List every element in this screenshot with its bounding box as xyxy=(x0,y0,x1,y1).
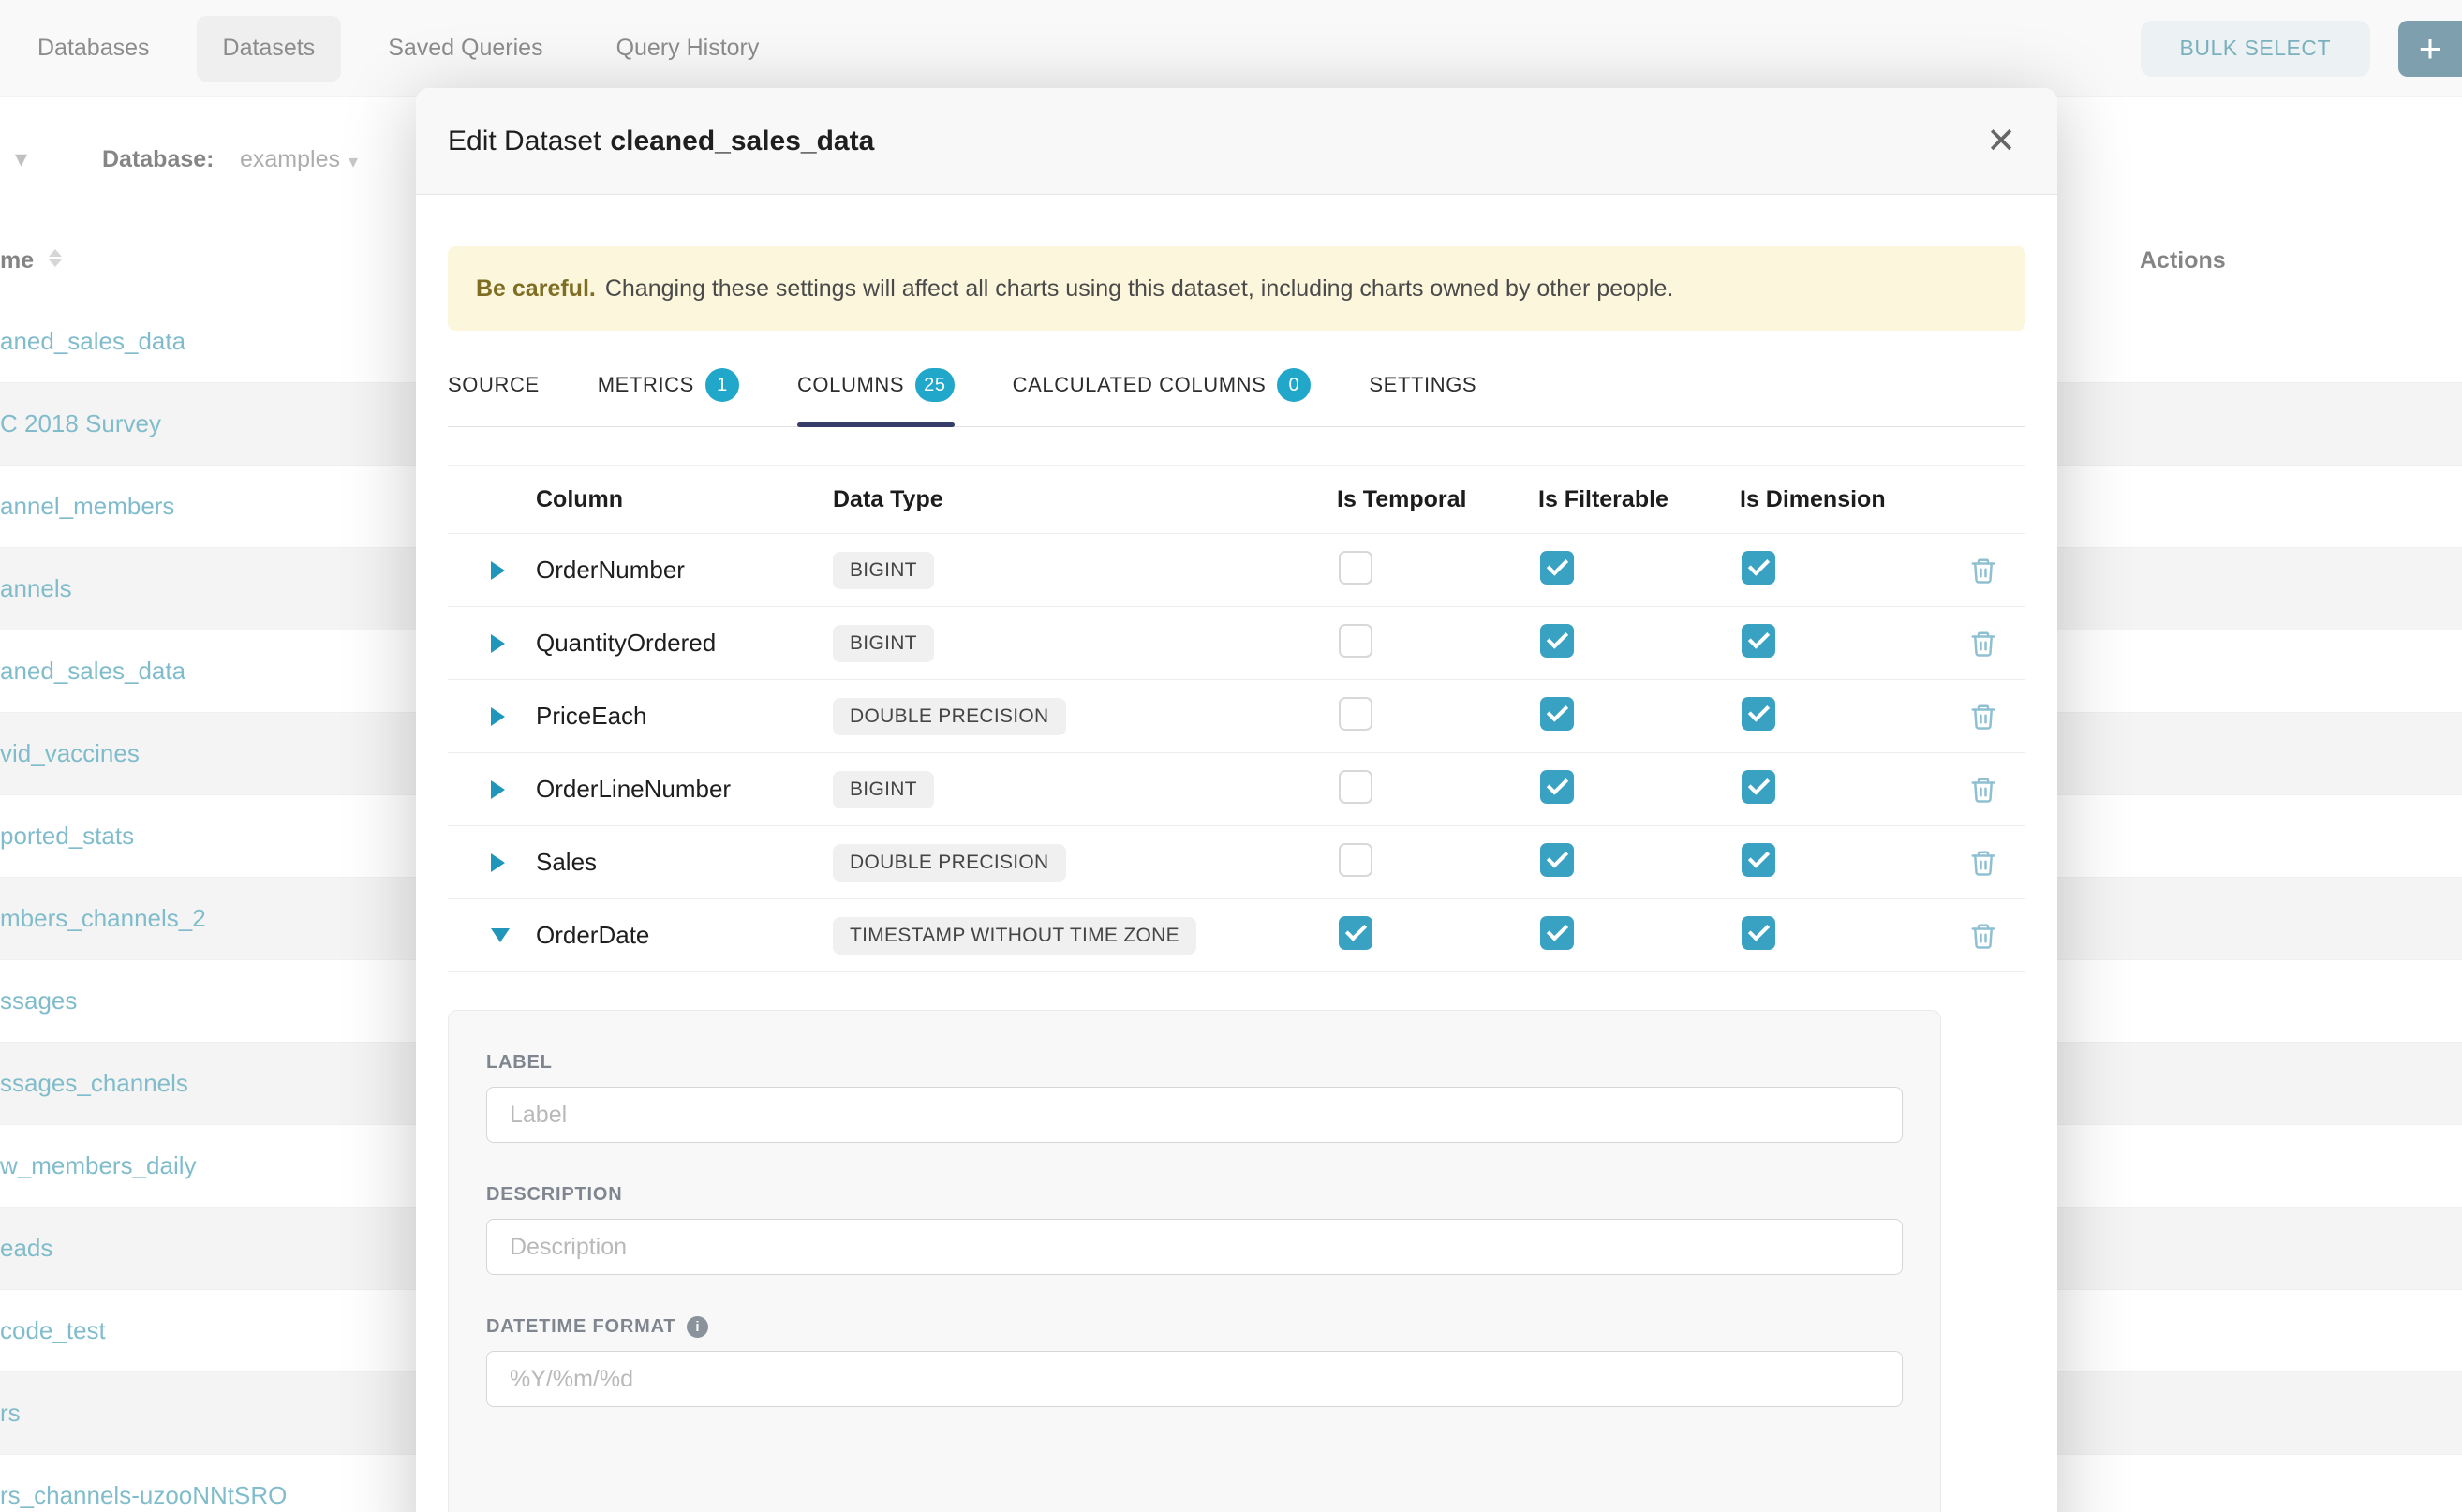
data-type-pill: DOUBLE PRECISION xyxy=(833,844,1066,882)
is-temporal-checkbox[interactable] xyxy=(1339,916,1372,950)
modal-tabs: SOURCE METRICS 1 COLUMNS 25 CALCULATED C… xyxy=(448,348,2025,427)
expand-toggle[interactable] xyxy=(448,634,536,653)
is-dimension-checkbox[interactable] xyxy=(1742,843,1775,877)
table-row: Sales DOUBLE PRECISION xyxy=(448,826,2025,899)
expand-toggle[interactable] xyxy=(448,780,536,799)
is-temporal-checkbox[interactable] xyxy=(1339,551,1372,585)
data-type-pill: BIGINT xyxy=(833,625,934,662)
tab-calculated-columns[interactable]: CALCULATED COLUMNS 0 xyxy=(1013,348,1312,426)
tab-metrics[interactable]: METRICS 1 xyxy=(598,348,739,426)
expand-toggle[interactable] xyxy=(448,707,536,726)
delete-icon[interactable] xyxy=(1969,922,1997,950)
is-filterable-checkbox[interactable] xyxy=(1540,770,1574,804)
delete-icon[interactable] xyxy=(1969,849,1997,877)
is-dimension-checkbox[interactable] xyxy=(1742,697,1775,731)
is-temporal-checkbox[interactable] xyxy=(1339,624,1372,658)
is-dimension-header: Is Dimension xyxy=(1740,486,1941,513)
info-icon[interactable]: i xyxy=(687,1316,708,1338)
columns-table-header: Column Data Type Is Temporal Is Filterab… xyxy=(448,465,2025,534)
delete-icon[interactable] xyxy=(1969,703,1997,731)
table-row: PriceEach DOUBLE PRECISION xyxy=(448,680,2025,753)
is-filterable-checkbox[interactable] xyxy=(1540,697,1574,731)
close-icon[interactable]: ✕ xyxy=(1986,124,2016,159)
column-name: OrderNumber xyxy=(536,556,833,585)
column-name: OrderDate xyxy=(536,921,833,950)
expand-toggle[interactable] xyxy=(448,561,536,580)
warning-bold-text: Be careful. xyxy=(476,275,596,303)
datetime-format-field-group: DATETIME FORMAT i xyxy=(486,1316,1903,1407)
is-temporal-header: Is Temporal xyxy=(1337,486,1538,513)
table-row: OrderDate TIMESTAMP WITHOUT TIME ZONE xyxy=(448,899,2025,972)
modal-title-dataset-name: cleaned_sales_data xyxy=(610,126,874,156)
is-filterable-checkbox[interactable] xyxy=(1540,551,1574,585)
column-name: QuantityOrdered xyxy=(536,629,833,658)
delete-icon[interactable] xyxy=(1969,556,1997,585)
is-dimension-checkbox[interactable] xyxy=(1742,770,1775,804)
is-dimension-checkbox[interactable] xyxy=(1742,916,1775,950)
datetime-format-input[interactable] xyxy=(486,1351,1903,1407)
is-filterable-checkbox[interactable] xyxy=(1540,843,1574,877)
expand-toggle[interactable] xyxy=(448,928,536,942)
caret-right-icon xyxy=(491,853,505,872)
warning-text: Changing these settings will affect all … xyxy=(605,275,1674,303)
caret-right-icon xyxy=(491,707,505,726)
is-temporal-checkbox[interactable] xyxy=(1339,770,1372,804)
table-row: OrderNumber BIGINT xyxy=(448,534,2025,607)
column-header: Column xyxy=(536,486,833,513)
columns-table: Column Data Type Is Temporal Is Filterab… xyxy=(448,465,2025,972)
data-type-pill: DOUBLE PRECISION xyxy=(833,698,1066,735)
metrics-count-badge: 1 xyxy=(705,368,739,402)
label-field-label: LABEL xyxy=(486,1052,1903,1074)
table-row: OrderLineNumber BIGINT xyxy=(448,753,2025,826)
delete-icon[interactable] xyxy=(1969,630,1997,658)
table-row: QuantityOrdered BIGINT xyxy=(448,607,2025,680)
data-type-pill: TIMESTAMP WITHOUT TIME ZONE xyxy=(833,917,1196,955)
tab-columns[interactable]: COLUMNS 25 xyxy=(797,348,955,426)
expand-toggle[interactable] xyxy=(448,853,536,872)
data-type-header: Data Type xyxy=(833,486,1337,513)
modal-title-prefix: Edit Dataset xyxy=(448,126,601,156)
description-field-label: DESCRIPTION xyxy=(486,1184,1903,1206)
modal-title: Edit Dataset cleaned_sales_data xyxy=(448,126,874,157)
description-field-group: DESCRIPTION xyxy=(486,1184,1903,1275)
delete-icon[interactable] xyxy=(1969,776,1997,804)
column-name: Sales xyxy=(536,848,833,877)
is-dimension-checkbox[interactable] xyxy=(1742,624,1775,658)
column-name: PriceEach xyxy=(536,702,833,731)
is-temporal-checkbox[interactable] xyxy=(1339,697,1372,731)
column-name: OrderLineNumber xyxy=(536,775,833,804)
is-dimension-checkbox[interactable] xyxy=(1742,551,1775,585)
caret-right-icon xyxy=(491,561,505,580)
datetime-format-field-label: DATETIME FORMAT i xyxy=(486,1316,1903,1338)
caret-down-icon xyxy=(491,928,510,942)
modal-body: Be careful. Changing these settings will… xyxy=(416,246,2057,1512)
tab-settings[interactable]: SETTINGS xyxy=(1369,348,1476,426)
columns-count-badge: 25 xyxy=(915,368,954,402)
caret-right-icon xyxy=(491,634,505,653)
tab-source[interactable]: SOURCE xyxy=(448,348,540,426)
edit-dataset-modal: Edit Dataset cleaned_sales_data ✕ Be care… xyxy=(416,88,2057,1512)
calculated-columns-count-badge: 0 xyxy=(1277,368,1311,402)
warning-banner: Be careful. Changing these settings will… xyxy=(448,246,2025,331)
modal-header: Edit Dataset cleaned_sales_data ✕ xyxy=(416,88,2057,195)
label-input[interactable] xyxy=(486,1087,1903,1143)
data-type-pill: BIGINT xyxy=(833,771,934,808)
is-filterable-checkbox[interactable] xyxy=(1540,916,1574,950)
is-temporal-checkbox[interactable] xyxy=(1339,843,1372,877)
is-filterable-checkbox[interactable] xyxy=(1540,624,1574,658)
column-detail-panel: LABEL DESCRIPTION DATETIME FORMAT i xyxy=(448,1010,1941,1512)
label-field-group: LABEL xyxy=(486,1052,1903,1143)
is-filterable-header: Is Filterable xyxy=(1538,486,1740,513)
description-input[interactable] xyxy=(486,1219,1903,1275)
data-type-pill: BIGINT xyxy=(833,552,934,589)
caret-right-icon xyxy=(491,780,505,799)
